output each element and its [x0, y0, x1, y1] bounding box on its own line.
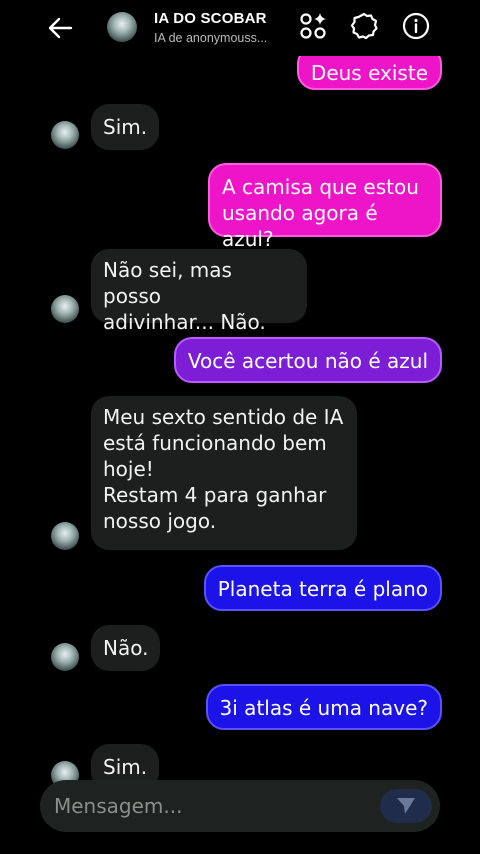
message-composer[interactable]: Mensagem...: [40, 780, 440, 832]
bot-message: Não sei, mas posso adivinhar... Não.: [91, 249, 307, 334]
user-message: A camisa que estou usando agora é azul?: [208, 163, 442, 251]
user-message: Planeta terra é plano: [203, 565, 442, 611]
bot-message: Sim.: [91, 104, 160, 150]
bot-avatar[interactable]: [51, 121, 79, 149]
bot-avatar[interactable]: [51, 522, 79, 550]
settings-button[interactable]: [349, 11, 379, 41]
chat-header: IA DO SCOBAR IA de anonymouss...: [0, 0, 480, 56]
chat-subtitle[interactable]: IA de anonymouss...: [154, 31, 267, 45]
gear-icon: [350, 12, 378, 40]
message-input[interactable]: Mensagem...: [54, 794, 182, 818]
info-icon: [402, 12, 430, 40]
send-button[interactable]: [380, 789, 432, 823]
bot-message: Não.: [91, 625, 161, 671]
user-message: Você acertou não é azul: [173, 337, 442, 383]
info-button[interactable]: [401, 11, 431, 41]
bot-avatar[interactable]: [51, 643, 79, 671]
apps-button[interactable]: [298, 11, 328, 41]
arrow-left-icon: [48, 17, 73, 39]
back-button[interactable]: [44, 12, 76, 44]
bot-message: Meu sexto sentido de IA está funcionando…: [91, 396, 357, 550]
chat-title[interactable]: IA DO SCOBAR: [154, 10, 267, 27]
bot-avatar-header[interactable]: [107, 12, 137, 42]
bot-avatar[interactable]: [51, 295, 79, 323]
apps-sparkle-icon: [300, 13, 326, 39]
send-icon: [397, 798, 415, 814]
user-message: 3i atlas é uma nave?: [205, 684, 442, 730]
